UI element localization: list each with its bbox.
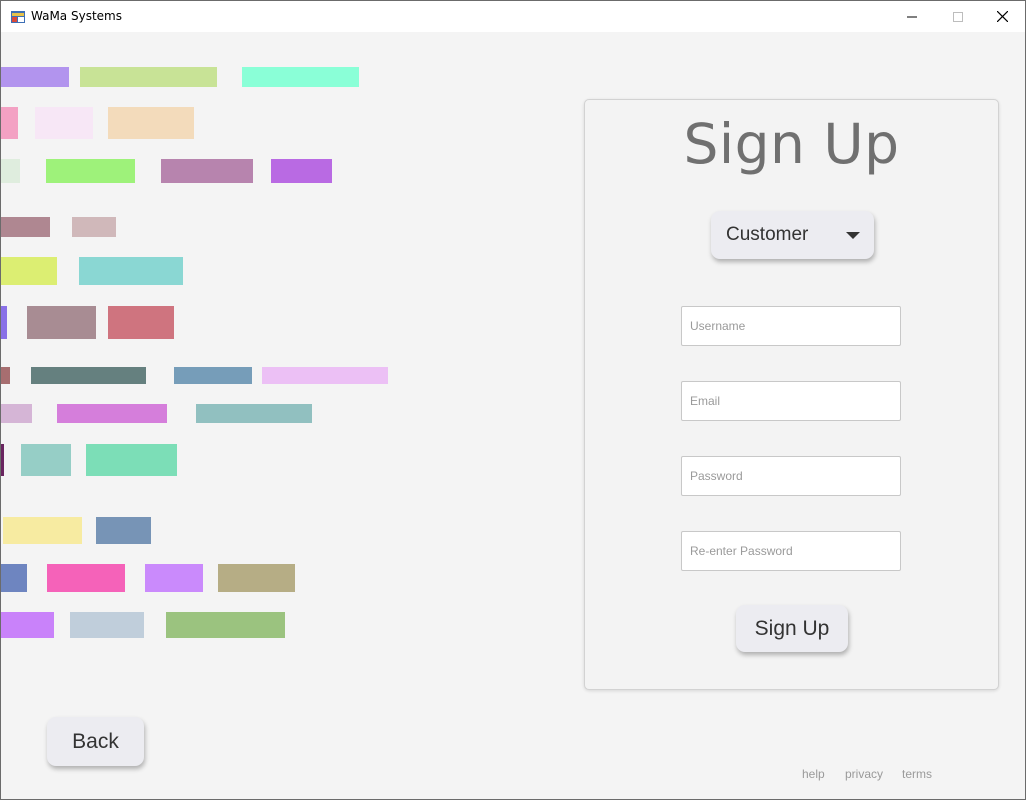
decor-block xyxy=(218,564,295,592)
decor-block xyxy=(27,306,96,339)
privacy-link[interactable]: privacy xyxy=(845,767,883,781)
decor-block xyxy=(3,517,82,544)
decor-block xyxy=(80,67,217,87)
decor-block xyxy=(174,367,252,384)
email-field[interactable] xyxy=(681,381,901,421)
page-title: Sign Up xyxy=(683,112,900,176)
decorative-blocks xyxy=(1,32,561,712)
maximize-icon xyxy=(953,11,963,22)
decor-block xyxy=(161,159,253,183)
decor-block xyxy=(145,564,203,592)
decor-block xyxy=(108,306,174,339)
decor-block xyxy=(1,444,4,476)
decor-block xyxy=(242,67,359,87)
decor-block xyxy=(166,612,285,638)
maximize-button[interactable] xyxy=(935,1,981,32)
decor-block xyxy=(1,159,20,183)
decor-block xyxy=(86,444,177,476)
decor-block xyxy=(262,367,388,384)
window-title: WaMa Systems xyxy=(31,9,122,23)
decor-block xyxy=(1,404,32,423)
password-field[interactable] xyxy=(681,456,901,496)
account-type-value: Customer xyxy=(726,224,809,245)
decor-block xyxy=(46,159,135,183)
close-icon xyxy=(996,11,1008,22)
account-type-dropdown[interactable]: Customer xyxy=(711,211,874,259)
close-button[interactable] xyxy=(979,1,1025,32)
decor-block xyxy=(21,444,71,476)
decor-block xyxy=(1,217,50,237)
decor-block xyxy=(1,107,18,139)
decor-block xyxy=(1,612,54,638)
decor-block xyxy=(1,67,69,87)
decor-block xyxy=(1,367,10,384)
sign-up-button[interactable]: Sign Up xyxy=(736,605,848,652)
decor-block xyxy=(108,107,194,139)
app-window: WaMa Systems Sign Up Customer Sign Up Ba… xyxy=(0,0,1026,800)
decor-block xyxy=(72,217,116,237)
minimize-icon xyxy=(907,16,917,17)
decor-block xyxy=(35,107,93,139)
decor-block xyxy=(96,517,151,544)
decor-block xyxy=(57,404,167,423)
decor-block xyxy=(31,367,146,384)
decor-block xyxy=(196,404,312,423)
decor-block xyxy=(1,257,57,285)
title-bar[interactable]: WaMa Systems xyxy=(1,1,1025,32)
decor-block xyxy=(70,612,144,638)
decor-block xyxy=(79,257,183,285)
caret-down-icon xyxy=(846,232,860,239)
minimize-button[interactable] xyxy=(889,1,935,32)
app-icon xyxy=(11,11,25,23)
decor-block xyxy=(47,564,125,592)
signup-panel: Sign Up Customer Sign Up xyxy=(584,99,999,690)
username-field[interactable] xyxy=(681,306,901,346)
terms-link[interactable]: terms xyxy=(902,767,932,781)
back-button[interactable]: Back xyxy=(47,717,144,766)
decor-block xyxy=(1,306,7,339)
confirm-password-field[interactable] xyxy=(681,531,901,571)
help-link[interactable]: help xyxy=(802,767,825,781)
decor-block xyxy=(271,159,332,183)
decor-block xyxy=(1,564,27,592)
